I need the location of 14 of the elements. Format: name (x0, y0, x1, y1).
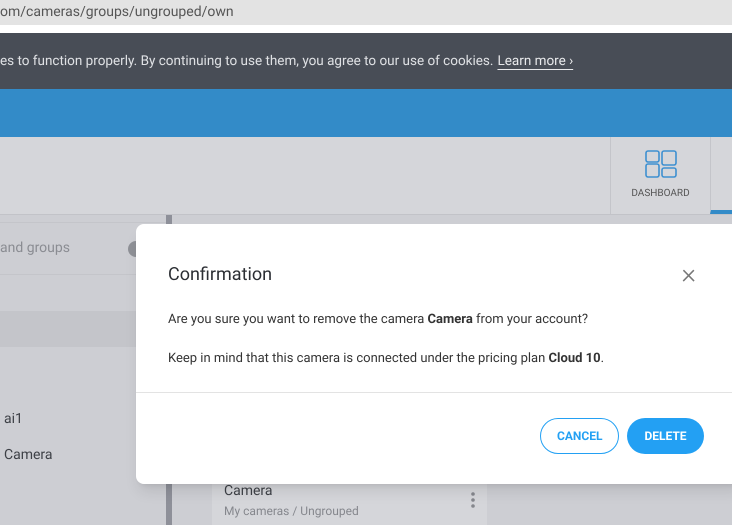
learn-more-link[interactable]: Learn more › (497, 50, 574, 72)
dashboard-icon (644, 150, 676, 178)
nav-tab[interactable] (710, 137, 732, 214)
address-bar[interactable]: om/cameras/groups/ungrouped/own (0, 0, 732, 25)
more-icon[interactable] (471, 492, 475, 508)
cookie-notice-text: es to function properly. By continuing to use them, you agree to our use of cookies. (0, 52, 494, 71)
nav-tab[interactable]: DASHBOARD (610, 137, 710, 214)
dialog-title: Confirmation (168, 262, 274, 286)
search-field[interactable]: and groups (0, 238, 128, 259)
close-button[interactable]: × (681, 260, 696, 288)
dialog-message: Are you sure you want to remove the camera Camera from your account? (168, 311, 589, 329)
dialog-message: Keep in mind that this camera is connected under the pricing plan Cloud 10. (168, 350, 606, 368)
camera-name: Camera (224, 482, 274, 500)
camera-path: My cameras / Ungrouped (224, 502, 360, 520)
